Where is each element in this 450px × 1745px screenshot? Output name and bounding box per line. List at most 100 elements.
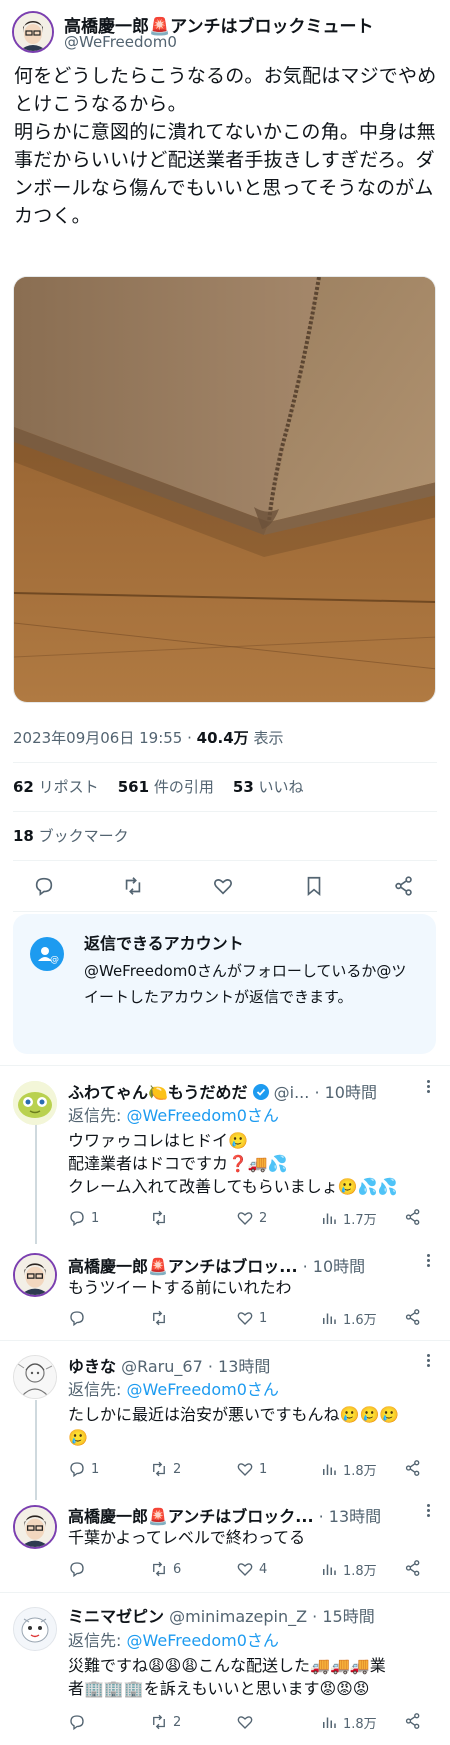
reply-action-reply[interactable]: [68, 1308, 91, 1328]
tweet-timestamp[interactable]: 2023年09月06日 19:55 · 40.4万 表示: [13, 727, 283, 748]
more-icon[interactable]: [426, 1353, 430, 1368]
reply-author-name[interactable]: 高橋慶一郎🚨アンチはブロッ...: [68, 1257, 298, 1276]
reply-action-reply[interactable]: [68, 1712, 91, 1732]
reply-action-like[interactable]: 4: [236, 1559, 267, 1579]
reply-time[interactable]: · 10時間: [314, 1083, 377, 1102]
views-icon: [323, 1564, 336, 1575]
tweet-paragraph: 何をどうしたらこうなるの。お気配はマジでやめとけこうなるから。: [14, 65, 437, 115]
reply-author-handle[interactable]: @Raru_67: [121, 1357, 203, 1376]
bookmarks-count: 18: [13, 827, 34, 845]
bookmarks-stat[interactable]: 18 ブックマーク: [13, 825, 129, 846]
reply-time[interactable]: · 10時間: [303, 1257, 366, 1276]
like-icon: [237, 1463, 253, 1476]
reply-action-views[interactable]: 1.8万: [320, 1459, 377, 1479]
divider: [13, 911, 437, 912]
share-icon[interactable]: [404, 1308, 422, 1326]
share-icon[interactable]: [404, 1208, 422, 1226]
reply-time[interactable]: · 15時間: [312, 1607, 375, 1626]
reply-text-line: たしかに最近は治安が悪いですもんね🥲🥲🥲: [68, 1405, 400, 1424]
reply-avatar[interactable]: [13, 1505, 57, 1549]
reply-author-handle[interactable]: @i...: [274, 1083, 310, 1102]
quotes-stat[interactable]: 561 件の引用: [118, 778, 214, 796]
like-count: 1: [259, 1310, 268, 1326]
reply-action-reply[interactable]: 1: [68, 1208, 99, 1228]
reply-action-like[interactable]: 1: [236, 1459, 267, 1479]
likes-stat[interactable]: 53 いいね: [233, 778, 304, 796]
views-count: 1.6万: [343, 1312, 377, 1328]
reposts-count: 62: [13, 778, 34, 796]
reply-author-name[interactable]: ゆきな: [68, 1357, 116, 1376]
reply-action-views[interactable]: 1.6万: [320, 1308, 377, 1328]
retweet-icon[interactable]: [122, 875, 144, 897]
reply-action-reply[interactable]: 1: [68, 1459, 99, 1479]
like-icon[interactable]: [212, 875, 234, 897]
tweet-photo[interactable]: [13, 276, 436, 703]
reply-text-line: 災難ですね😩😩😩こんな配送した🚚🚚🚚業: [68, 1656, 386, 1675]
reply-icon: [70, 1211, 84, 1227]
reposts-stat[interactable]: 62 リポスト: [13, 778, 99, 796]
reply-action-retweet[interactable]: [150, 1308, 173, 1328]
reply-author-name[interactable]: ふわてゃん🍋もうだめだ: [68, 1083, 247, 1102]
svg-text:@: @: [50, 955, 59, 965]
reply-text-line: 者🏢🏢🏢を訴えもいいと思います😡😡😡: [68, 1679, 370, 1698]
reply-action-like[interactable]: 1: [236, 1308, 267, 1328]
author-avatar[interactable]: [12, 11, 54, 53]
more-icon[interactable]: [426, 1253, 430, 1268]
author-handle[interactable]: @WeFreedom0: [64, 33, 177, 51]
reply-text-line: 🥲: [68, 1428, 88, 1447]
reply-header: 高橋慶一郎🚨アンチはブロッ... · 10時間: [68, 1253, 365, 1277]
replying-to-link[interactable]: @WeFreedom0さん: [126, 1631, 278, 1650]
more-icon[interactable]: [426, 1079, 430, 1094]
like-icon: [237, 1312, 253, 1325]
mention-icon: @: [30, 937, 64, 971]
reply-avatar[interactable]: [13, 1253, 57, 1297]
replying-to-link[interactable]: @WeFreedom0さん: [126, 1380, 278, 1399]
views-count: 1.8万: [343, 1463, 377, 1479]
share-icon[interactable]: [404, 1559, 422, 1577]
replying-prefix: 返信先:: [68, 1106, 127, 1125]
views-count: 1.7万: [343, 1212, 377, 1228]
reply-action-retweet[interactable]: 2: [150, 1459, 181, 1479]
replying-to: 返信先: @WeFreedom0さん: [68, 1102, 279, 1126]
reply-text-line: ウワァゥコレはヒドイ🥲: [68, 1131, 248, 1150]
share-icon[interactable]: [404, 1712, 422, 1730]
reply-text-line: 配達業者はドコですカ❓🚚💦: [68, 1154, 288, 1173]
like-icon: [237, 1716, 253, 1729]
reply-avatar[interactable]: [13, 1355, 57, 1399]
retweet-icon: [153, 1210, 165, 1226]
reply-action-like[interactable]: 2: [236, 1208, 267, 1228]
reply-author-name[interactable]: ミニマゼピン: [68, 1607, 164, 1626]
divider: [13, 811, 437, 812]
reply-time[interactable]: · 13時間: [208, 1357, 271, 1376]
views-count: 1.8万: [343, 1563, 377, 1579]
reply-action-like[interactable]: [236, 1712, 259, 1732]
retweet-icon: [153, 1714, 165, 1730]
share-icon[interactable]: [393, 875, 415, 897]
quotes-count: 561: [117, 778, 150, 796]
reply-action-views[interactable]: 1.7万: [320, 1208, 377, 1228]
tweet-paragraph: 明らかに意図的に潰れてないかこの角。中身は無事だからいいけど配送業者手抜きしすぎ…: [14, 121, 436, 227]
reply-time[interactable]: · 13時間: [319, 1507, 382, 1526]
reply-action-views[interactable]: 1.8万: [320, 1712, 377, 1732]
reply-icon[interactable]: [33, 875, 55, 897]
replying-to-link[interactable]: @WeFreedom0さん: [126, 1106, 278, 1125]
reply-action-views[interactable]: 1.8万: [320, 1559, 377, 1579]
reply-action-reply[interactable]: [68, 1559, 91, 1579]
reply-avatar[interactable]: [13, 1081, 57, 1125]
reply-avatar[interactable]: [13, 1607, 57, 1651]
reply-author-name[interactable]: 高橋慶一郎🚨アンチはブロック...: [68, 1507, 314, 1526]
more-icon[interactable]: [426, 1503, 430, 1518]
divider: [13, 762, 437, 763]
reply-count: 1: [91, 1210, 100, 1226]
share-icon[interactable]: [404, 1459, 422, 1477]
reply-action-retweet[interactable]: [150, 1208, 173, 1228]
views-label: 表示: [248, 729, 284, 747]
retweet-icon: [153, 1561, 165, 1577]
bookmark-icon[interactable]: [303, 875, 325, 897]
reply-action-retweet[interactable]: 6: [150, 1559, 181, 1579]
reply-count: 1: [91, 1461, 100, 1477]
reply-author-handle[interactable]: @minimazepin_Z: [169, 1607, 307, 1626]
reply-header: ゆきな @Raru_67 · 13時間: [68, 1353, 270, 1377]
replying-to: 返信先: @WeFreedom0さん: [68, 1376, 279, 1400]
reply-action-retweet[interactable]: 2: [150, 1712, 181, 1732]
